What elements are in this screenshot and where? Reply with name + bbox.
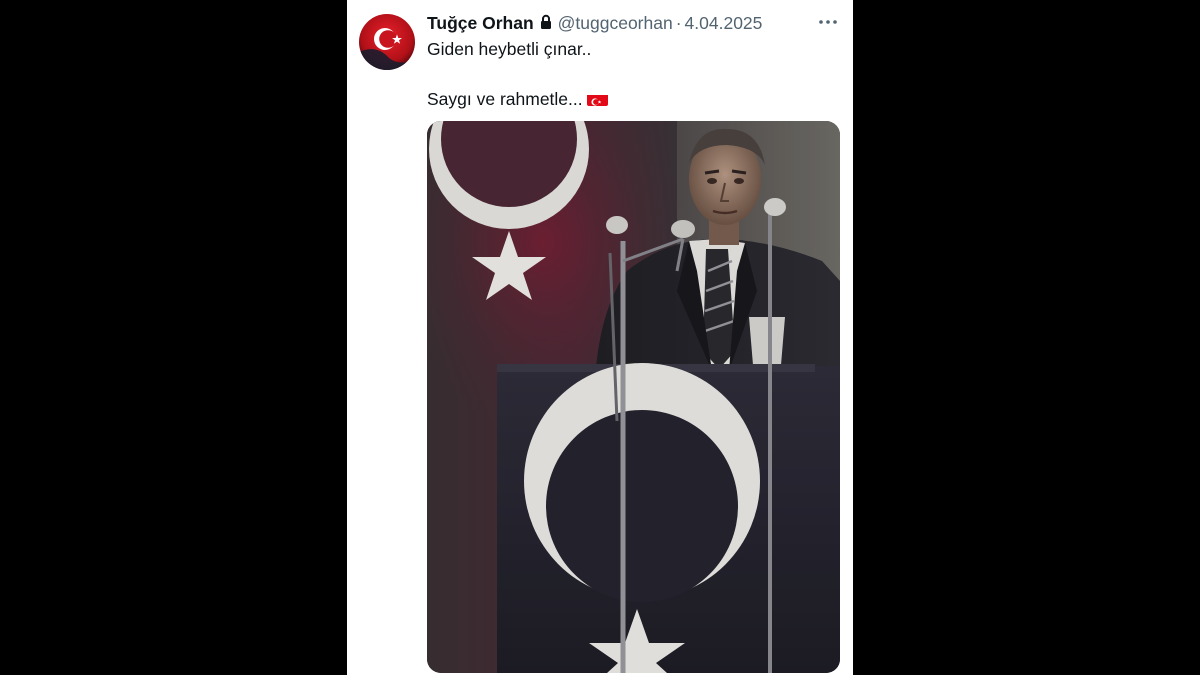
tweet-card: Tuğçe Orhan @tuggceorhan · 4.04.2025 Gid… xyxy=(347,0,853,675)
screenshot-stage: Tuğçe Orhan @tuggceorhan · 4.04.2025 Gid… xyxy=(0,0,1200,675)
display-name[interactable]: Tuğçe Orhan xyxy=(427,13,534,34)
avatar[interactable] xyxy=(359,14,415,70)
separator-dot: · xyxy=(675,12,682,33)
turkish-flag-emoji-icon xyxy=(586,92,608,106)
more-options-icon[interactable] xyxy=(817,12,839,32)
user-handle[interactable]: @tuggceorhan xyxy=(558,13,673,34)
lock-icon xyxy=(540,14,552,30)
tweet-text-line-2-wrap: Saygı ve rahmetle... xyxy=(427,88,841,110)
tweet-header: Tuğçe Orhan @tuggceorhan · 4.04.2025 xyxy=(427,11,843,35)
post-date[interactable]: 4.04.2025 xyxy=(685,13,763,34)
turkish-flag-avatar-icon xyxy=(359,14,415,70)
tweet-text: Giden heybetli çınar.. Saygı ve rahmetle… xyxy=(427,38,841,110)
photo-speaker-at-podium-image xyxy=(427,121,840,673)
tweet-text-line-2: Saygı ve rahmetle... xyxy=(427,89,583,109)
tweet-text-line-1: Giden heybetli çınar.. xyxy=(427,39,592,59)
tweet-photo[interactable] xyxy=(427,121,840,673)
